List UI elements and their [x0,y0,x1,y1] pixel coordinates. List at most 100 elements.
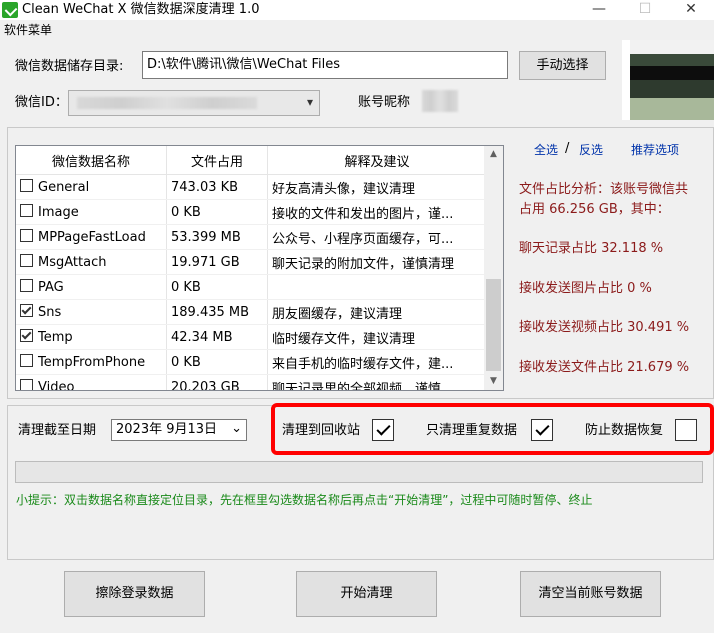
analysis-images: 接收发送图片占比 0 % [519,281,652,296]
invert-selection-link[interactable]: 反选 [579,142,603,158]
row-checkbox[interactable] [20,179,33,192]
table-row[interactable]: Temp 42.34 MB 临时缓存文件，建议清理 [16,324,487,350]
table-row[interactable]: PAG 0 KB [16,274,487,300]
select-separator: / [565,141,570,156]
avatar [622,40,714,120]
menu-bar [0,20,714,40]
calendar-dropdown-icon[interactable]: ⌄ [231,420,242,438]
row-note: 临时缓存文件，建议清理 [267,324,487,350]
table-row[interactable]: MPPageFastLoad 53.399 MB 公众号、小程序页面缓存，可... [16,224,487,250]
nickname-label: 账号昵称 [358,95,411,110]
row-size: 0 KB [166,349,268,375]
row-name-cell[interactable]: Temp [16,324,167,350]
row-name-cell[interactable]: PAG [16,274,167,300]
row-name-cell[interactable]: Image [16,199,167,225]
analysis-files: 接收发送文件占比 21.679 % [519,360,690,375]
date-picker[interactable]: 2023年 9月13日 ⌄ [111,419,247,441]
scroll-thumb[interactable] [486,279,501,371]
analysis-videos: 接收发送视频占比 30.491 % [519,320,690,335]
wechat-id-label: 微信ID： [15,95,68,110]
row-checkbox[interactable] [20,279,33,292]
manual-select-button[interactable]: 手动选择 [519,51,606,80]
row-name-cell[interactable]: Video [16,374,167,391]
maximize-button[interactable]: ☐ [622,0,668,20]
table-row[interactable]: MsgAttach 19.971 GB 聊天记录的附加文件，谨慎清理 [16,249,487,275]
storage-label: 微信数据储存目录: [15,59,124,74]
row-name: Sns [38,305,62,320]
row-name-cell[interactable]: MPPageFastLoad [16,224,167,250]
table-row[interactable]: TempFromPhone 0 KB 来自手机的临时缓存文件，建... [16,349,487,375]
row-name-cell[interactable]: General [16,174,167,200]
scroll-down-icon[interactable]: ▼ [484,373,503,390]
clear-account-button[interactable]: 清空当前账号数据 [520,571,661,617]
analysis-chat: 聊天记录占比 32.118 % [519,241,664,256]
row-note: 朋友圈缓存，建议清理 [267,299,487,325]
analysis-line1: 文件占比分析：该账号微信共 [519,182,689,197]
data-list[interactable]: 微信数据名称 文件占用 解释及建议 General 743.03 KB 好友高清头像… [15,145,504,391]
recommended-link[interactable]: 推荐选项 [631,142,679,158]
app-icon [2,2,18,18]
highlight-box [271,403,714,455]
row-checkbox[interactable] [20,229,33,242]
column-header-name[interactable]: 微信数据名称 [16,146,167,175]
row-size: 53.399 MB [166,224,268,250]
row-note: 来自手机的临时缓存文件，建... [267,349,487,375]
row-size: 19.971 GB [166,249,268,275]
column-header-note[interactable]: 解释及建议 [267,146,487,175]
row-note: 聊天记录的附加文件，谨慎清理 [267,249,487,275]
window-title: Clean WeChat X 微信数据深度清理 1.0 [22,2,260,17]
erase-login-button[interactable]: 擦除登录数据 [64,571,205,617]
row-note [267,274,487,300]
row-name: Image [38,205,79,220]
table-row[interactable]: General 743.03 KB 好友高清头像，建议清理 [16,174,487,200]
row-checkbox[interactable] [20,304,33,317]
table-row[interactable]: Image 0 KB 接收的文件和发出的图片，谨... [16,199,487,225]
row-checkbox[interactable] [20,204,33,217]
minimize-button[interactable]: — [576,0,622,20]
blurred-nickname [422,90,458,112]
row-name: General [38,180,90,195]
row-size: 743.03 KB [166,174,268,200]
date-label: 清理截至日期 [18,423,97,438]
progress-bar [15,461,703,483]
row-note: 聊天记录里的全部视频，谨慎... [267,374,487,390]
data-table: 微信数据名称 文件占用 解释及建议 General 743.03 KB 好友高清头像… [16,146,487,391]
start-clean-button[interactable]: 开始清理 [296,571,437,617]
row-size: 0 KB [166,274,268,300]
row-size: 20.203 GB [166,374,268,390]
close-button[interactable]: ✕ [668,0,714,20]
scroll-up-icon[interactable]: ▲ [484,146,503,163]
row-note: 公众号、小程序页面缓存，可... [267,224,487,250]
row-checkbox[interactable] [20,254,33,267]
column-header-size[interactable]: 文件占用 [166,146,268,175]
row-checkbox[interactable] [20,379,33,390]
row-name-cell[interactable]: Sns [16,299,167,325]
row-name-cell[interactable]: TempFromPhone [16,349,167,375]
storage-path-input[interactable]: D:\软件\腾讯\微信\WeChat Files [142,51,508,79]
date-value: 2023年 9月13日 [116,422,218,437]
row-name: Temp [38,330,73,345]
row-size: 0 KB [166,199,268,225]
wechat-id-combo[interactable]: ▾ [68,90,320,116]
blurred-id [77,97,257,109]
analysis-line2: 占用 66.256 GB，其中： [519,202,670,217]
list-scrollbar[interactable]: ▲ ▼ [484,146,503,390]
row-note: 好友高清头像，建议清理 [267,174,487,200]
table-row[interactable]: Video 20.203 GB 聊天记录里的全部视频，谨慎... [16,374,487,391]
row-name: TempFromPhone [38,355,146,370]
row-size: 42.34 MB [166,324,268,350]
table-row[interactable]: Sns 189.435 MB 朋友圈缓存，建议清理 [16,299,487,325]
tip-text: 小提示：双击数据名称直接定位目录，先在框里勾选数据名称后再点击“开始清理”，过程… [16,493,593,507]
row-checkbox[interactable] [20,354,33,367]
row-name: Video [38,380,75,391]
row-name: MPPageFastLoad [38,230,146,245]
chevron-down-icon: ▾ [306,95,313,109]
row-name: PAG [38,280,64,295]
row-name: MsgAttach [38,255,107,270]
row-size: 189.435 MB [166,299,268,325]
row-note: 接收的文件和发出的图片，谨... [267,199,487,225]
menu-software[interactable]: 软件菜单 [4,22,52,38]
row-checkbox[interactable] [20,329,33,342]
select-all-link[interactable]: 全选 [534,142,558,158]
row-name-cell[interactable]: MsgAttach [16,249,167,275]
